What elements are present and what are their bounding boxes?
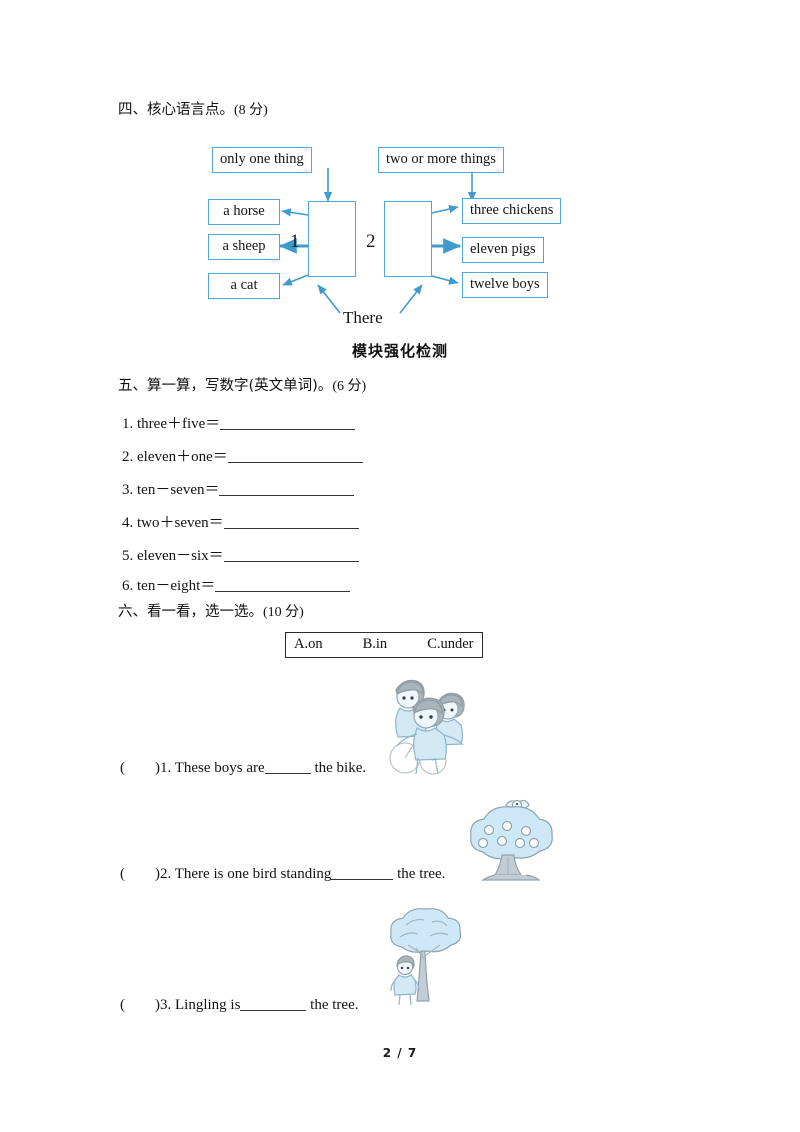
bird-on-apple-tree-illustration	[470, 799, 553, 881]
math-item-4-blank[interactable]	[223, 514, 359, 529]
diagram-label-eleven-pigs: eleven pigs	[462, 237, 544, 263]
math-item-6-blank[interactable]	[215, 577, 351, 592]
question-2-text-after: the tree.	[397, 866, 446, 882]
diagram-label-three-chickens: three chickens	[462, 198, 562, 224]
question-2: ()2. There is one bird standing the tree…	[120, 866, 445, 883]
diagram-answer-box-1[interactable]	[308, 201, 356, 277]
section-six-title: 六、看一看，选一选。	[118, 604, 263, 620]
math-item-3-text: 3. ten－seven＝	[122, 482, 220, 498]
section-five-title: 五、算一算，写数字(英文单词)。	[118, 378, 333, 394]
core-language-diagram: only one thing two or more things 1 2 a …	[190, 133, 610, 338]
diagram-label-there: There	[343, 308, 383, 327]
question-3-number: 3.	[160, 997, 172, 1013]
option-b[interactable]: B.in	[363, 636, 388, 653]
girl-under-tree-illustration	[390, 908, 462, 1006]
section-five-score: (6 分)	[332, 379, 367, 394]
section-four-score: (8 分)	[234, 103, 268, 118]
question-2-number: 2.	[160, 866, 172, 882]
question-1-text-before: These boys are	[174, 760, 265, 776]
diagram-label-a-sheep: a sheep	[208, 234, 280, 260]
section-five-heading: 五、算一算，写数字(英文单词)。(6 分)	[118, 374, 366, 395]
boys-on-bike-illustration	[389, 679, 465, 775]
section-six-heading: 六、看一看，选一选。(10 分)	[118, 600, 304, 621]
section-four-title: 四、核心语言点。	[118, 102, 234, 118]
math-item-3-blank[interactable]	[219, 481, 355, 496]
math-item-5-text: 5. eleven－six＝	[122, 548, 224, 564]
math-item-2: 2. eleven＋one＝	[122, 445, 363, 466]
question-3-blank[interactable]	[240, 997, 307, 1011]
option-c[interactable]: C.under	[427, 636, 473, 653]
math-item-3: 3. ten－seven＝	[122, 478, 355, 499]
question-3-text-after: the tree.	[310, 997, 359, 1013]
module-test-title: 模块强化检测	[351, 342, 448, 360]
diagram-label-only-one-thing: only one thing	[212, 147, 312, 173]
question-1-number: 1.	[160, 760, 172, 776]
diagram-label-a-cat: a cat	[208, 273, 280, 299]
worksheet-page: 四、核心语言点。(8 分) only one thing two or more…	[0, 0, 800, 1132]
math-item-1-text: 1. three＋five＝	[122, 416, 221, 432]
math-item-6-text: 6. ten－eight＝	[122, 578, 216, 594]
math-item-1: 1. three＋five＝	[122, 412, 356, 433]
answer-options-box: A.on B.in C.under	[285, 632, 483, 658]
question-1-text-after: the bike.	[314, 760, 367, 776]
section-four-heading: 四、核心语言点。(8 分)	[118, 98, 268, 119]
math-item-2-text: 2. eleven＋one＝	[122, 449, 228, 465]
question-1-blank[interactable]	[264, 760, 311, 774]
diagram-answer-box-2[interactable]	[384, 201, 432, 277]
diagram-label-twelve-boys: twelve boys	[462, 272, 548, 298]
math-item-4-text: 4. two＋seven＝	[122, 515, 224, 531]
math-item-4: 4. two＋seven＝	[122, 511, 359, 532]
question-3: ()3. Lingling is the tree.	[120, 997, 358, 1014]
question-3-text-before: Lingling is	[175, 997, 241, 1013]
diagram-label-two-or-more-things: two or more things	[378, 147, 504, 173]
question-2-text-before: There is one bird standing	[174, 866, 332, 882]
diagram-box-number-1: 1	[290, 231, 300, 252]
math-item-5: 5. eleven－six＝	[122, 544, 359, 565]
question-3-paren-open: (	[120, 997, 125, 1013]
question-2-blank[interactable]	[331, 866, 394, 880]
page-footer: 2 / 7	[382, 1046, 418, 1060]
diagram-box-number-2: 2	[366, 231, 376, 252]
option-a[interactable]: A.on	[294, 636, 323, 653]
question-1: ()1. These boys are the bike.	[120, 760, 366, 777]
question-2-paren-open: (	[120, 866, 125, 882]
math-item-5-blank[interactable]	[223, 547, 359, 562]
math-item-6: 6. ten－eight＝	[122, 574, 351, 595]
math-item-2-blank[interactable]	[227, 448, 363, 463]
section-six-score: (10 分)	[263, 605, 304, 620]
diagram-label-a-horse: a horse	[208, 199, 280, 225]
question-1-paren-open: (	[120, 760, 125, 776]
math-item-1-blank[interactable]	[220, 415, 356, 430]
